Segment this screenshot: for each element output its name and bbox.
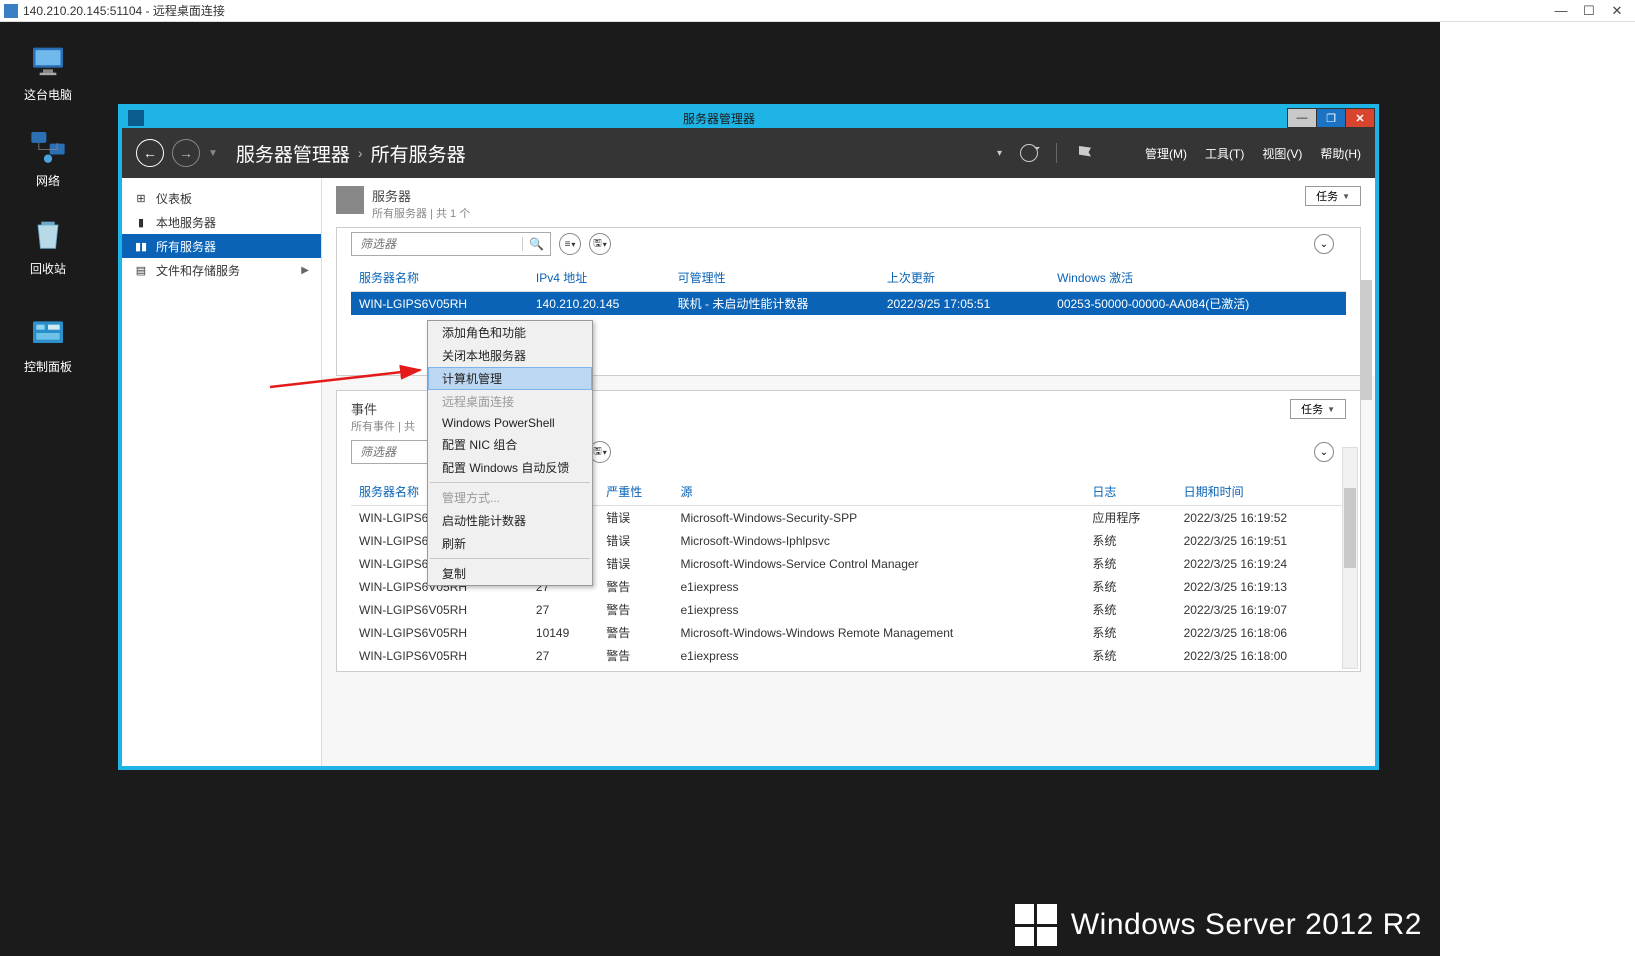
- desktop-icon-label: 控制面板: [10, 358, 86, 375]
- events-scrollbar[interactable]: [1342, 447, 1358, 669]
- col-manageability[interactable]: 可管理性: [670, 264, 879, 292]
- menu-manage[interactable]: 管理(M): [1145, 145, 1187, 162]
- col-datetime[interactable]: 日期和时间: [1176, 478, 1346, 506]
- col-last-update[interactable]: 上次更新: [879, 264, 1049, 292]
- desktop-icon-label: 这台电脑: [10, 86, 86, 103]
- col-activation[interactable]: Windows 激活: [1049, 264, 1346, 292]
- nav-back-button[interactable]: ←: [136, 139, 164, 167]
- sidebar-item-dashboard[interactable]: ⊞ 仪表板: [122, 186, 321, 210]
- storage-icon: ▤: [134, 263, 148, 277]
- event-row[interactable]: WIN-LGIPS6V05RH27警告e1iexpress系统2022/3/25…: [351, 644, 1346, 667]
- sidebar-item-label: 本地服务器: [156, 214, 216, 231]
- servers-filter-input[interactable]: [352, 233, 522, 255]
- ctx-wer[interactable]: 配置 Windows 自动反馈: [428, 456, 592, 479]
- events-expand-button[interactable]: ⌄: [1314, 442, 1334, 462]
- desktop-icon-recycle-bin[interactable]: 回收站: [10, 214, 86, 277]
- desktop-icon-control-panel[interactable]: 控制面板: [10, 312, 86, 375]
- rdp-icon: [4, 4, 18, 18]
- ctx-start-perf-counters[interactable]: 启动性能计数器: [428, 509, 592, 532]
- servers-icon: ▮▮: [134, 239, 148, 253]
- sm-app-icon: [128, 110, 144, 126]
- breadcrumb-leaf[interactable]: 所有服务器: [371, 140, 466, 167]
- menu-view[interactable]: 视图(V): [1262, 145, 1302, 162]
- context-menu: 添加角色和功能 关闭本地服务器 计算机管理 远程桌面连接 Windows Pow…: [427, 320, 593, 586]
- sidebar-item-all-servers[interactable]: ▮▮ 所有服务器: [122, 234, 321, 258]
- col-log[interactable]: 日志: [1084, 478, 1175, 506]
- desktop-icon-label: 回收站: [10, 260, 86, 277]
- sm-close-button[interactable]: ✕: [1345, 108, 1375, 128]
- server-icon: ▮: [134, 215, 148, 229]
- servers-save-button[interactable]: 🖫: [589, 233, 611, 255]
- servers-filter-box: 🔍: [351, 232, 551, 256]
- chevron-right-icon: ▶: [301, 265, 309, 276]
- rdp-close-button[interactable]: ✕: [1603, 3, 1631, 19]
- col-server-name[interactable]: 服务器名称: [351, 264, 528, 292]
- rdp-title: 140.210.20.145:51104 - 远程桌面连接: [23, 2, 225, 19]
- sm-header: ← → ▼ 服务器管理器 › 所有服务器 ▾ 管理(M) 工具(T) 视图(V)…: [122, 128, 1375, 178]
- refresh-icon[interactable]: [1020, 144, 1038, 162]
- servers-tasks-button[interactable]: 任务: [1305, 186, 1361, 206]
- event-row[interactable]: WIN-LGIPS6V05RH10149警告Microsoft-Windows-…: [351, 621, 1346, 644]
- ctx-remote-desktop: 远程桌面连接: [428, 390, 592, 413]
- ctx-add-roles[interactable]: 添加角色和功能: [428, 321, 592, 344]
- sidebar-item-file-storage[interactable]: ▤ 文件和存储服务 ▶: [122, 258, 321, 282]
- breadcrumb-root[interactable]: 服务器管理器: [236, 140, 350, 167]
- flag-icon[interactable]: [1079, 146, 1091, 160]
- servers-panel-icon: [336, 186, 364, 214]
- server-manager-window: 服务器管理器 — ❐ ✕ ← → ▼ 服务器管理器 › 所有服务器 ▾: [121, 107, 1376, 767]
- desktop-icon-this-pc[interactable]: 这台电脑: [10, 40, 86, 103]
- windows-logo-icon: [1015, 904, 1057, 946]
- rdp-max-button[interactable]: ☐: [1575, 3, 1603, 19]
- sidebar-item-label: 仪表板: [156, 190, 192, 207]
- ctx-computer-management[interactable]: 计算机管理: [428, 367, 592, 390]
- servers-panel-title: 服务器: [372, 186, 470, 205]
- content-scrollbar[interactable]: [1360, 280, 1372, 400]
- events-tasks-button[interactable]: 任务: [1290, 399, 1346, 419]
- os-brand-text: Windows Server 2012 R2: [1071, 908, 1422, 942]
- servers-columns-button[interactable]: ≡: [559, 233, 581, 255]
- col-ipv4[interactable]: IPv4 地址: [528, 264, 670, 292]
- sidebar: ⊞ 仪表板 ▮ 本地服务器 ▮▮ 所有服务器 ▤ 文件和存储服务 ▶: [122, 178, 322, 766]
- ctx-powershell[interactable]: Windows PowerShell: [428, 413, 592, 433]
- sidebar-item-local-server[interactable]: ▮ 本地服务器: [122, 210, 321, 234]
- sidebar-item-label: 所有服务器: [156, 238, 216, 255]
- ctx-nic-teaming[interactable]: 配置 NIC 组合: [428, 433, 592, 456]
- desktop-icon-label: 网络: [10, 172, 86, 189]
- sidebar-item-label: 文件和存储服务: [156, 262, 240, 279]
- dashboard-icon: ⊞: [134, 191, 148, 205]
- col-severity[interactable]: 严重性: [598, 478, 672, 506]
- servers-panel-subtitle: 所有服务器 | 共 1 个: [372, 205, 470, 221]
- sm-min-button[interactable]: —: [1287, 108, 1317, 128]
- ctx-shutdown-local[interactable]: 关闭本地服务器: [428, 344, 592, 367]
- servers-expand-button[interactable]: ⌄: [1314, 234, 1334, 254]
- breadcrumb: 服务器管理器 › 所有服务器: [236, 140, 466, 167]
- sm-max-button[interactable]: ❐: [1316, 108, 1346, 128]
- menu-help[interactable]: 帮助(H): [1320, 145, 1361, 162]
- ctx-copy[interactable]: 复制: [428, 562, 592, 585]
- server-row[interactable]: WIN-LGIPS6V05RH 140.210.20.145 联机 - 未启动性…: [351, 292, 1346, 316]
- ctx-manage-as: 管理方式...: [428, 486, 592, 509]
- desktop-icon-network[interactable]: 网络: [10, 126, 86, 189]
- nav-forward-button: →: [172, 139, 200, 167]
- os-brand: Windows Server 2012 R2: [1015, 904, 1422, 946]
- event-row[interactable]: WIN-LGIPS6V05RH27警告e1iexpress系统2022/3/25…: [351, 598, 1346, 621]
- sm-title-text: 服务器管理器: [150, 110, 1288, 127]
- remote-desktop: 这台电脑 网络 回收站 控制面板 服务器管理器 — ❐ ✕ ← → ▼: [0, 22, 1440, 956]
- rdp-titlebar: 140.210.20.145:51104 - 远程桌面连接 — ☐ ✕: [0, 0, 1635, 22]
- ctx-refresh[interactable]: 刷新: [428, 532, 592, 555]
- header-options-icon[interactable]: ▾: [997, 148, 1002, 159]
- servers-table: 服务器名称 IPv4 地址 可管理性 上次更新 Windows 激活 WIN-L…: [351, 264, 1346, 315]
- nav-history-dropdown[interactable]: ▼: [208, 148, 218, 159]
- search-icon[interactable]: 🔍: [522, 237, 550, 251]
- sm-titlebar[interactable]: 服务器管理器 — ❐ ✕: [122, 108, 1375, 128]
- menu-tools[interactable]: 工具(T): [1205, 145, 1244, 162]
- col-source[interactable]: 源: [672, 478, 1084, 506]
- rdp-min-button[interactable]: —: [1547, 3, 1575, 18]
